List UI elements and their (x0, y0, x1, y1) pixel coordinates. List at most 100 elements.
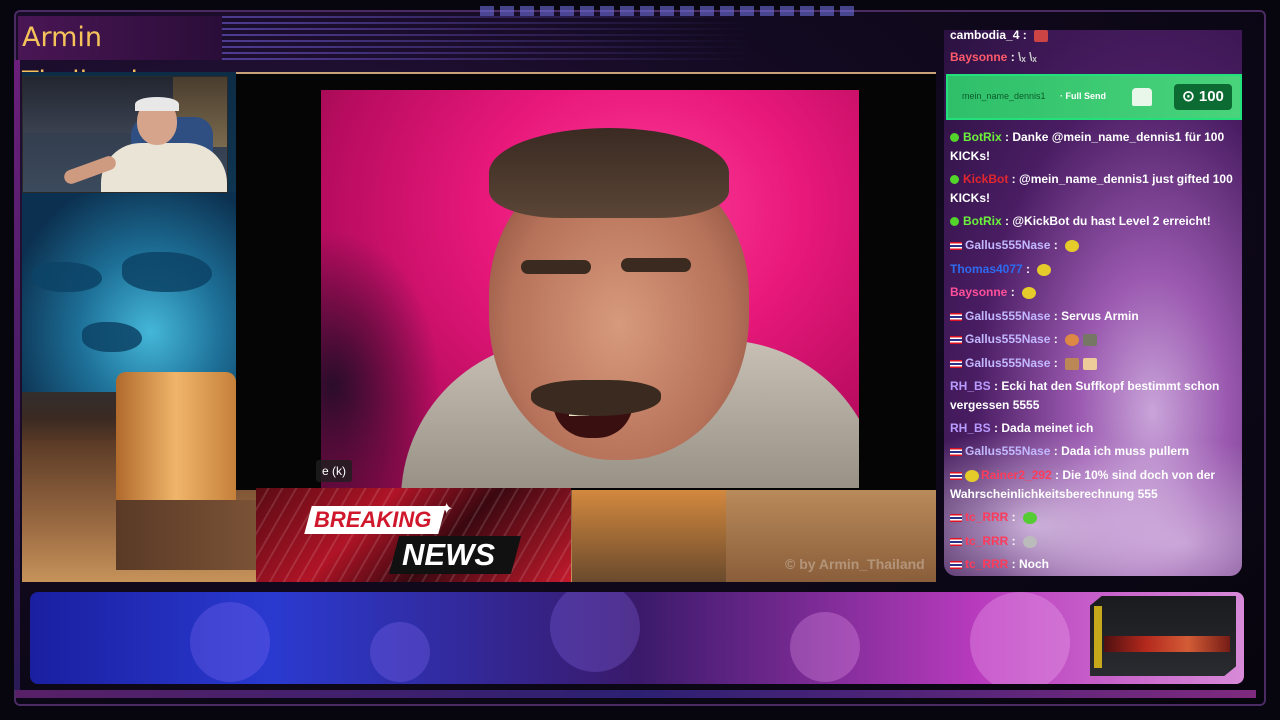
mini-preview (1090, 596, 1236, 676)
gift-alert: mein_name_dennis1 · Full Send ⊙ 100 (946, 74, 1242, 120)
chat-username: Thomas4077 (950, 262, 1023, 276)
bokeh-decor (790, 612, 860, 682)
chat-text: Noch (1019, 557, 1050, 571)
gift-type: · Full Send (1060, 91, 1106, 101)
frame-left-stripe (14, 60, 20, 690)
chat-message: Thomas4077 : (950, 260, 1238, 279)
emote-icon (1065, 239, 1080, 252)
thai-flag-icon (950, 241, 962, 250)
chat-username: KickBot (963, 172, 1009, 186)
chat-text: @KickBot du hast Level 2 erreicht! (1012, 214, 1211, 228)
verified-icon (950, 175, 959, 185)
chat-username: Gallus555Nase (965, 444, 1051, 458)
video-frame-laughing-man (321, 90, 859, 488)
title-decor-stripes (218, 16, 758, 60)
studio-globe-screen (22, 192, 236, 392)
bokeh-decor (370, 622, 430, 682)
chat-message: RH_BS : Ecki hat den Suffkopf bestimmt s… (950, 379, 1220, 412)
emote-icon: \ₓ \ₓ (1018, 50, 1037, 64)
continent-shape (122, 252, 212, 292)
emote-icon (1065, 357, 1080, 370)
gift-amount-value: 100 (1198, 88, 1224, 105)
badge-icon (965, 469, 979, 482)
bottom-ticker-bar (30, 592, 1244, 684)
sparkle-icon: ✦ (440, 501, 454, 518)
breaking-label: BREAKING (314, 507, 432, 532)
chat-text: Dada meinet ich (1001, 421, 1094, 435)
emote-icon (1083, 333, 1098, 346)
frame-bottom-glow (16, 690, 1256, 698)
thai-flag-icon (950, 359, 962, 368)
emote-icon (1023, 535, 1038, 548)
chat-username: Baysonne (950, 285, 1008, 299)
chat-text: Dada ich muss pullern (1061, 444, 1190, 458)
webcam-streamer-hair (135, 97, 179, 111)
thai-flag-icon (950, 471, 962, 480)
emote-icon (1022, 286, 1037, 299)
chat-message: tc_RRR : (950, 508, 1238, 527)
continent-shape (32, 262, 102, 292)
chat-text: Ecki hat den Suffkopf bestimmt schon ver… (950, 379, 1220, 412)
chat-message: Gallus555Nase : Servus Armin (950, 307, 1238, 326)
thai-flag-icon (950, 513, 962, 522)
chat-username: tc_RRR (965, 557, 1009, 571)
chat-username: Gallus555Nase (965, 309, 1051, 323)
chat-message: tc_RRR : Noch (950, 555, 1238, 574)
chat-message: Gallus555Nase : (950, 330, 1238, 349)
chat-message: Baysonne : \ₓ \ₓ (950, 50, 1037, 64)
chat-message: Gallus555Nase : Dada ich muss pullern (950, 442, 1238, 461)
chat-username: Gallus555Nase (965, 238, 1051, 252)
bokeh-decor (190, 602, 270, 682)
mini-preview-fire (1104, 636, 1230, 652)
chat-message: Baysonne : (950, 283, 1238, 302)
chat-username: cambodia_4 (950, 30, 1020, 42)
chat-username: tc_RRR (965, 534, 1009, 548)
chat-username: BotRix (963, 214, 1002, 228)
video-eyebrow (621, 258, 691, 272)
chat-username: Gallus555Nase (965, 332, 1051, 346)
chat-message: BotRix : Danke @mein_name_dennis1 für 10… (950, 130, 1225, 163)
chat-message: BotRix : @KickBot du hast Level 2 erreic… (950, 212, 1238, 231)
chat-username: RH_BS (950, 379, 991, 393)
emote-icon (1065, 333, 1080, 346)
emote-icon (1037, 263, 1052, 276)
chat-message: Rainer2_292 : Die 10% sind doch von der … (950, 468, 1216, 501)
webcam-streamer-body (101, 143, 227, 192)
chat-username: Rainer2_292 (981, 468, 1052, 482)
chat-message: Gallus555Nase : (950, 354, 1238, 373)
bokeh-decor (550, 592, 640, 672)
thai-flag-icon (950, 447, 962, 456)
chat-message: Gallus555Nase : (950, 236, 1238, 255)
chat-text: Servus Armin (1061, 309, 1139, 323)
chat-username: tc_RRR (965, 510, 1009, 524)
news-label: NEWS (402, 537, 495, 572)
continent-shape (82, 322, 142, 352)
emote-icon (1023, 511, 1038, 524)
shirt-icon (1132, 88, 1152, 106)
studio-lamp-pillar (116, 372, 236, 502)
breaking-news-banner: BREAKING ✦ NEWS (256, 488, 571, 582)
emote-icon (1034, 30, 1049, 42)
bokeh-decor (970, 592, 1070, 684)
emote-icon (1083, 357, 1098, 370)
webcam-feed (22, 76, 228, 193)
video-eyebrow (521, 260, 591, 274)
thai-flag-icon (950, 560, 962, 569)
gift-amount: ⊙ 100 (1174, 84, 1232, 110)
mini-preview-bar (1094, 606, 1102, 668)
video-mustache (531, 380, 661, 416)
chat-message: tc_RRR : (950, 532, 1238, 551)
studio-desk-base (116, 500, 256, 570)
chat-username: Gallus555Nase (965, 356, 1051, 370)
top-decor-stripes (480, 6, 860, 16)
verified-icon (950, 133, 959, 143)
chat-username: Baysonne (950, 50, 1008, 64)
watermark-text: © by Armin_Thailand (785, 556, 925, 572)
channel-title: Armin Thailand (18, 16, 222, 97)
thai-flag-icon (950, 537, 962, 546)
video-caption: e (k) (316, 460, 352, 482)
gift-username: mein_name_dennis1 (962, 91, 1046, 101)
studio-desk-center (572, 488, 726, 582)
thai-flag-icon (950, 335, 962, 344)
chat-message: cambodia_4 : (950, 30, 1238, 45)
